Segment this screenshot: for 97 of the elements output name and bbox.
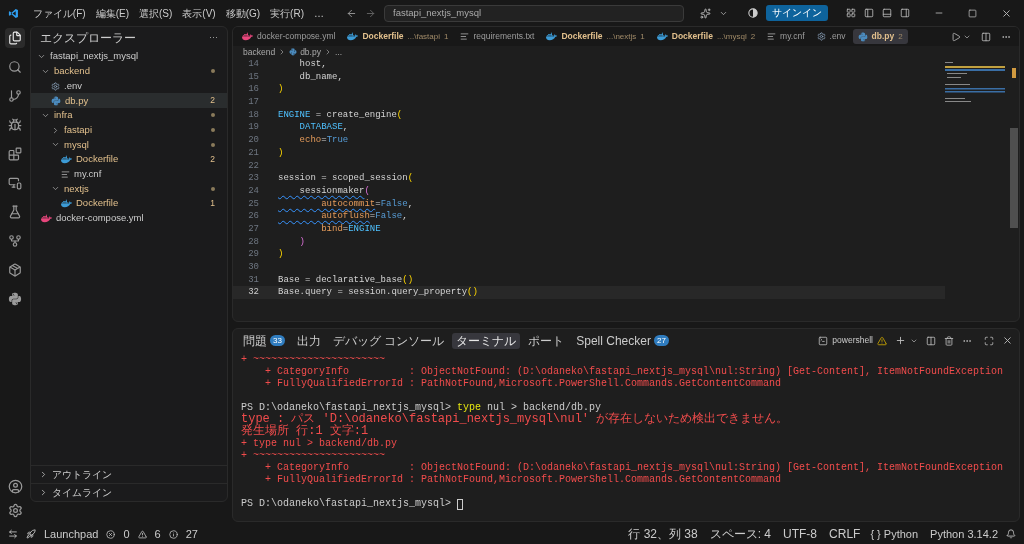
status-item[interactable]: CRLF [827,525,863,543]
error-count[interactable]: 0 [123,525,130,543]
terminal-line: + CategoryInfo : ObjectNotFound: (D:\odaneko\fastapi_nextjs_mysql\nul:String) [Get-Content], ItemNotFoundException [264,462,1004,474]
code-line: ) [298,235,305,249]
line-number: 19 [247,121,259,135]
line-number: 31 [247,273,259,287]
menu-item[interactable]: … [310,5,328,21]
line-number: 26 [247,210,259,223]
code-line: session = scoped_session( [278,172,414,185]
line-number: 29 [247,248,259,261]
terminal-line: 発生場所 行:1 文字:1 [241,425,369,438]
terminal-line: + CategoryInfo : ObjectNotFound: (D:\odaneko\fastapi_nextjs_mysql\nul:String) [Get-Content], ItemNotFoundException [264,366,1004,378]
interpreter-item[interactable]: Python 3.14.2 [930,525,998,543]
breadcrumb-item[interactable]: backend [243,45,276,59]
code-line: autocommit=False, [320,197,414,211]
launchpad-item[interactable]: Launchpad [44,525,99,543]
line-number: 18 [247,108,259,122]
line-number: 30 [247,261,259,274]
editor-tab[interactable]: .env [811,29,851,44]
code-line: Base.query = session.query_property() [278,286,478,300]
panel-tab[interactable]: Spell Checker 27 [572,332,673,349]
command-search-field[interactable]: fastapi_nextjs_mysql [384,4,684,22]
line-number: 24 [247,184,259,198]
panel-tab[interactable]: デバッグ コンソール [328,332,449,349]
panel-tab[interactable]: 問題 33 [239,332,289,349]
menu-item[interactable]: 移動(G) [221,5,265,21]
file-item[interactable]: Dockerfile 1 [31,196,227,211]
terminal-line: + FullyQualifiedErrorId : PathNotFound,Microsoft.PowerShell.Commands.GetContentCommand [264,378,782,390]
code-line: sessionmaker( [298,184,370,198]
editor-tab[interactable]: Dockerfile ...\fastapi 1 [342,29,454,44]
code-line: bind=ENGINE [320,222,381,236]
menu-item[interactable]: 実行(R) [266,5,308,21]
editor-tab[interactable]: db.py 2 [852,29,908,44]
line-number: 21 [247,146,259,160]
file-item[interactable]: db.py 2 [31,93,227,109]
line-number: 17 [247,96,259,109]
line-number: 27 [247,222,259,236]
code-line: ) [278,83,284,97]
file-item[interactable]: Dockerfile 2 [31,152,227,167]
line-number: 22 [247,159,259,173]
terminal-line: + FullyQualifiedErrorId : PathNotFound,Microsoft.PowerShell.Commands.GetContentCommand [264,474,782,486]
status-item[interactable]: スペース: 4 [707,525,774,543]
section-header[interactable]: アウトライン [52,467,112,482]
section-header[interactable]: タイムライン [52,485,112,500]
panel-tab[interactable]: 出力 [292,332,325,349]
warning-count[interactable]: 6 [154,525,161,543]
file-item[interactable]: docker-compose.yml [31,210,227,226]
terminal-line: + ~~~~~~~~~~~~~~~~~~~~~~ [241,354,386,366]
workspace-root[interactable]: fastapi_nextjs_mysql [50,49,139,64]
code-line: Base = declarative_base() [278,273,414,287]
explorer-title: エクスプローラー [40,30,136,47]
line-number: 32 [247,286,259,300]
terminal-line: PS D:\odaneko\fastapi_nextjs_mysql> [241,498,453,510]
folder-item[interactable]: infra [31,108,227,123]
breadcrumb-item[interactable]: ... [334,45,343,59]
folder-item[interactable]: fastapi [31,122,227,138]
panel-tab[interactable]: ポート [524,332,569,349]
more-actions[interactable]: ··· [209,31,218,45]
code-line: ) [278,146,284,160]
editor-tab[interactable]: Dockerfile ...\nextjs 1 [541,29,650,44]
line-number: 25 [247,197,259,211]
code-line: autoflush=False, [320,210,408,223]
status-item[interactable]: 行 32、列 38 [626,525,700,543]
menu-item[interactable]: ファイル(F) [28,5,90,21]
code-line: echo=True [298,134,349,147]
editor-tab[interactable]: my.cnf [762,29,810,44]
line-number: 23 [247,172,259,185]
code-line: DATABASE, [298,121,349,135]
terminal-line: + ~~~~~~~~~~~~~~~~~~~~~~ [241,450,386,462]
code-line: ) [278,248,284,261]
menu-item[interactable]: 選択(S) [134,5,177,21]
terminal-line: + type nul > backend/db.py [241,438,398,450]
line-number: 15 [247,70,259,84]
code-line: db_name, [298,70,343,84]
folder-item[interactable]: backend [31,64,227,79]
code-line: host, [298,58,327,71]
file-item[interactable]: .env [31,78,227,94]
editor-tab[interactable]: Dockerfile ...\mysql 2 [651,29,761,44]
code-line: ENGINE = create_engine( [278,108,403,122]
line-number: 20 [247,134,259,147]
editor-tab[interactable]: requirements.txt [455,29,540,44]
panel-tab[interactable]: ターミナル [452,332,521,349]
language-mode[interactable]: { } Python [870,525,919,543]
shell-name[interactable]: powershell [832,334,873,347]
folder-item[interactable]: nextjs [31,181,227,197]
line-number: 28 [247,235,259,249]
line-number: 16 [247,83,259,97]
menu-item[interactable]: 編集(E) [91,5,133,21]
file-item[interactable]: my.cnf [31,166,227,182]
folder-item[interactable]: mysql [31,137,227,153]
signin-button[interactable]: サインイン [766,5,828,21]
breadcrumb-item[interactable]: db.py [300,45,321,59]
line-number: 14 [247,58,259,71]
info-count[interactable]: 27 [185,525,198,543]
editor-tab[interactable]: docker-compose.yml [237,29,341,44]
status-item[interactable]: UTF-8 [781,525,820,543]
menu-item[interactable]: 表示(V) [178,5,220,21]
